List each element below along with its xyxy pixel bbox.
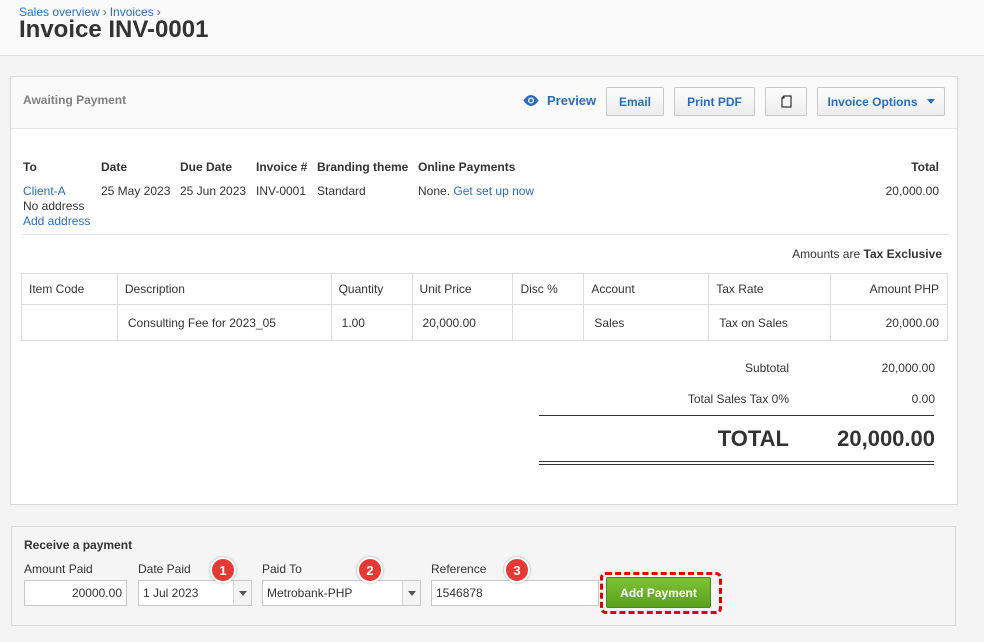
due-date-label: Due Date bbox=[180, 160, 233, 174]
step-badge-3: 3 bbox=[504, 557, 530, 583]
invoice-number-value: INV-0001 bbox=[256, 184, 307, 198]
divider bbox=[21, 234, 949, 235]
get-set-up-link[interactable]: Get set up now bbox=[453, 184, 534, 198]
receive-payment-title: Receive a payment bbox=[24, 538, 133, 552]
chevron-down-icon bbox=[926, 99, 935, 104]
due-date-value: 25 Jun 2023 bbox=[180, 184, 247, 198]
add-address-link[interactable]: Add address bbox=[23, 214, 90, 229]
step-badge-1: 1 bbox=[210, 557, 236, 583]
invoice-options-label: Invoice Options bbox=[827, 94, 918, 109]
tax-label: Total Sales Tax 0% bbox=[687, 392, 789, 406]
receive-payment-panel: Receive a payment Amount Paid 20000.00 D… bbox=[11, 526, 956, 626]
amounts-are-label: Amounts are bbox=[792, 247, 861, 261]
chevron-down-icon bbox=[407, 590, 416, 596]
amounts-are-value: Tax Exclusive bbox=[863, 247, 943, 261]
total-divider bbox=[539, 415, 934, 416]
date-paid-field[interactable]: 1 Jul 2023 bbox=[138, 580, 252, 606]
branding-theme-label: Branding theme bbox=[317, 160, 409, 174]
invoice-options-button[interactable]: Invoice Options bbox=[817, 87, 945, 116]
paid-to-select[interactable]: Metrobank-PHP bbox=[262, 580, 421, 606]
line-items-table: Item Code Description Quantity Unit Pric… bbox=[21, 273, 948, 341]
account-cell[interactable]: Sales bbox=[583, 304, 710, 341]
amounts-are: Amounts are Tax Exclusive bbox=[792, 247, 942, 261]
column-header: Item Code bbox=[21, 273, 118, 305]
paid-to-dropdown-button[interactable] bbox=[402, 581, 420, 605]
reference-input[interactable]: 1546878 bbox=[431, 580, 599, 606]
copy-icon bbox=[780, 94, 792, 108]
amount-paid-input[interactable]: 20000.00 bbox=[24, 580, 127, 606]
invoice-number-label: Invoice # bbox=[256, 160, 308, 174]
online-payments-status: None. bbox=[418, 184, 451, 198]
amount-paid-label: Amount Paid bbox=[24, 562, 93, 576]
client-link[interactable]: Client-A bbox=[23, 184, 90, 199]
no-address-text: No address bbox=[23, 199, 85, 213]
page-title: Invoice INV-0001 bbox=[19, 16, 209, 43]
tax-value: 0.00 bbox=[911, 392, 935, 406]
subtotal-value: 20,000.00 bbox=[881, 361, 935, 375]
table-row[interactable]: Consulting Fee for 2023_05 1.00 20,000.0… bbox=[21, 304, 948, 341]
page-header: Sales overview › Invoices › Invoice INV-000… bbox=[0, 0, 984, 56]
grand-total-label: TOTAL bbox=[717, 426, 789, 451]
date-value: 25 May 2023 bbox=[101, 184, 171, 198]
subtotal-label: Subtotal bbox=[744, 361, 789, 375]
column-header: Unit Price bbox=[411, 273, 514, 305]
paid-to-value: Metrobank-PHP bbox=[267, 586, 353, 600]
discount-cell[interactable] bbox=[512, 304, 585, 341]
copy-button[interactable] bbox=[765, 87, 807, 116]
paid-to-label: Paid To bbox=[262, 562, 302, 576]
date-paid-value: 1 Jul 2023 bbox=[143, 586, 199, 600]
chevron-down-icon bbox=[238, 590, 247, 596]
amount-cell: 20,000.00 bbox=[830, 304, 948, 341]
online-payments-label: Online Payments bbox=[418, 160, 516, 174]
total-underline bbox=[539, 461, 934, 462]
invoice-panel: Awaiting Payment Preview Email Print PDF… bbox=[10, 76, 958, 505]
grand-total-value: 20,000.00 bbox=[837, 426, 935, 451]
step-badge-2: 2 bbox=[357, 557, 383, 583]
total-value: 20,000.00 bbox=[885, 184, 939, 198]
tax-rate-cell[interactable]: Tax on Sales bbox=[708, 304, 832, 341]
eye-icon bbox=[523, 95, 539, 106]
preview-label: Preview bbox=[547, 93, 597, 108]
status-label: Awaiting Payment bbox=[23, 93, 127, 107]
column-header: Quantity bbox=[330, 273, 413, 305]
print-pdf-button[interactable]: Print PDF bbox=[674, 87, 755, 116]
column-header: Tax Rate bbox=[708, 273, 832, 305]
invoice-toolbar: Awaiting Payment Preview Email Print PDF… bbox=[11, 77, 957, 129]
total-underline bbox=[539, 464, 934, 465]
table-header-row: Item Code Description Quantity Unit Pric… bbox=[21, 273, 948, 305]
branding-theme-value: Standard bbox=[317, 184, 366, 198]
add-payment-button[interactable]: Add Payment bbox=[606, 577, 711, 608]
unit-price-cell[interactable]: 20,000.00 bbox=[411, 304, 514, 341]
item-code-cell[interactable] bbox=[21, 304, 118, 341]
quantity-cell[interactable]: 1.00 bbox=[330, 304, 413, 341]
preview-link[interactable]: Preview bbox=[523, 93, 596, 108]
date-label: Date bbox=[101, 160, 128, 174]
email-button[interactable]: Email bbox=[606, 87, 664, 116]
to-label: To bbox=[23, 160, 37, 174]
date-dropdown-button[interactable] bbox=[233, 581, 251, 605]
reference-label: Reference bbox=[431, 562, 487, 576]
description-cell[interactable]: Consulting Fee for 2023_05 bbox=[116, 304, 332, 341]
column-header: Account bbox=[583, 273, 710, 305]
to-value: Client-A No address Add address bbox=[23, 184, 90, 229]
total-label: Total bbox=[911, 160, 939, 174]
date-paid-label: Date Paid bbox=[138, 562, 191, 576]
column-header: Description bbox=[116, 273, 332, 305]
online-payments-value: None. Get set up now bbox=[418, 184, 534, 198]
column-header: Disc % bbox=[512, 273, 585, 305]
column-header: Amount PHP bbox=[830, 273, 948, 305]
